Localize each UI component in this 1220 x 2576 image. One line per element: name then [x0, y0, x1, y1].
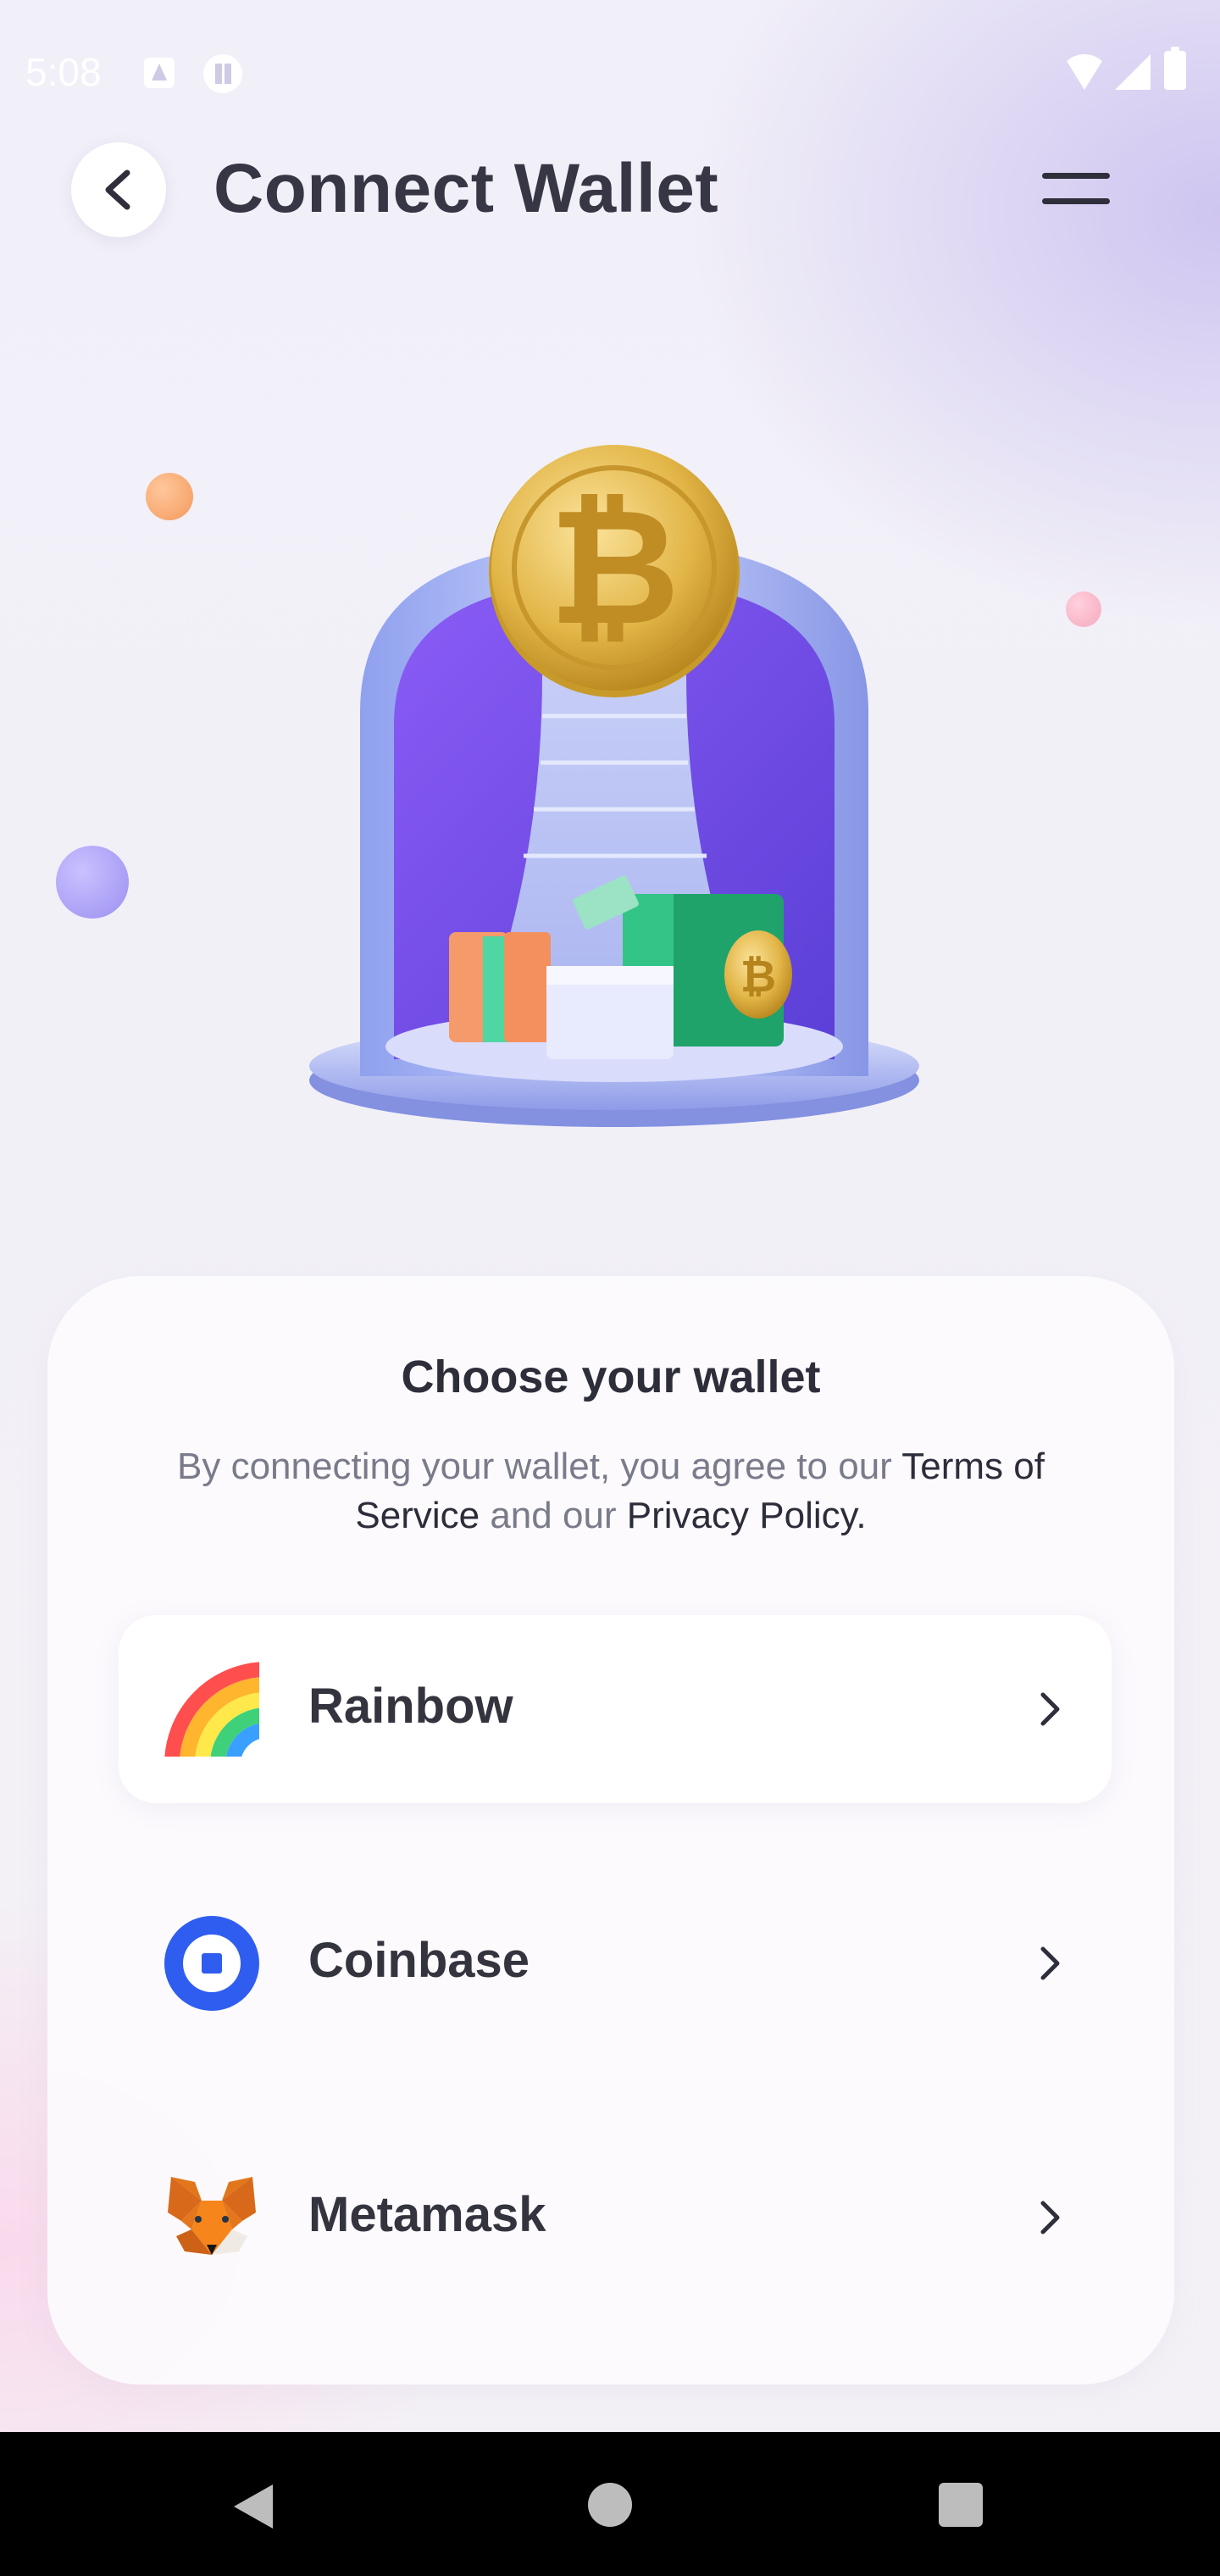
- coinbase-logo-icon: [164, 1916, 259, 2011]
- card-heading: Choose your wallet: [401, 1352, 821, 1402]
- privacy-policy-link[interactable]: Privacy Policy.: [627, 1495, 867, 1536]
- wifi-icon: [1062, 54, 1106, 90]
- wallet-option-coinbase[interactable]: Coinbase: [119, 1869, 1112, 2057]
- wallet-name-metamask: Metamask: [308, 2187, 546, 2242]
- wallet-name-rainbow: Rainbow: [308, 1679, 513, 1734]
- decorative-dot-orange: [146, 473, 193, 520]
- metamask-fox-icon: [168, 2177, 256, 2255]
- nav-home-icon[interactable]: [588, 2483, 632, 2527]
- back-arrow-icon: [105, 169, 130, 210]
- terms-notice: By connecting your wallet, you agree to …: [124, 1442, 1098, 1541]
- battery-icon: [1164, 47, 1186, 90]
- wallet-name-coinbase: Coinbase: [308, 1933, 530, 1988]
- signal-icon: [1115, 54, 1151, 90]
- wallet-option-metamask[interactable]: Metamask: [119, 2124, 1112, 2312]
- wallet-selection-card: Choose your wallet By connecting your wa…: [47, 1276, 1174, 2384]
- system-navigation-bar: [0, 2432, 1220, 2576]
- back-button[interactable]: [71, 142, 166, 237]
- nav-back-icon[interactable]: [230, 2481, 276, 2532]
- menu-button[interactable]: [1039, 168, 1112, 210]
- svg-text:₿: ₿: [549, 474, 680, 661]
- chevron-right-icon: [1040, 2201, 1060, 2235]
- nav-recents-icon[interactable]: [939, 2483, 983, 2527]
- notification-icon: [144, 58, 175, 88]
- status-icons: [1062, 47, 1198, 93]
- menu-icon-line: [1042, 198, 1110, 204]
- terms-prefix: By connecting your wallet, you agree to …: [177, 1446, 902, 1487]
- wallet-option-rainbow[interactable]: Rainbow: [119, 1615, 1112, 1803]
- status-time: 5:08: [25, 50, 102, 94]
- terms-middle: and our: [480, 1495, 627, 1536]
- menu-icon: [1042, 173, 1110, 179]
- app-notification-icon: [203, 54, 242, 93]
- rainbow-logo-icon: [164, 1662, 259, 1757]
- page-title: Connect Wallet: [214, 150, 719, 227]
- chevron-right-icon: [1040, 1692, 1060, 1726]
- svg-text:₿: ₿: [740, 952, 776, 1002]
- decorative-dot-purple: [56, 846, 129, 919]
- chevron-right-icon: [1040, 1946, 1060, 1980]
- connect-wallet-screen: 5:08 Connect Wallet ₿ ₿ Choose your wall…: [0, 0, 1220, 2432]
- decorative-dot-pink: [1066, 591, 1101, 627]
- status-bar: 5:08: [0, 0, 1220, 144]
- wallet-hero-illustration: ₿ ₿: [309, 445, 919, 1127]
